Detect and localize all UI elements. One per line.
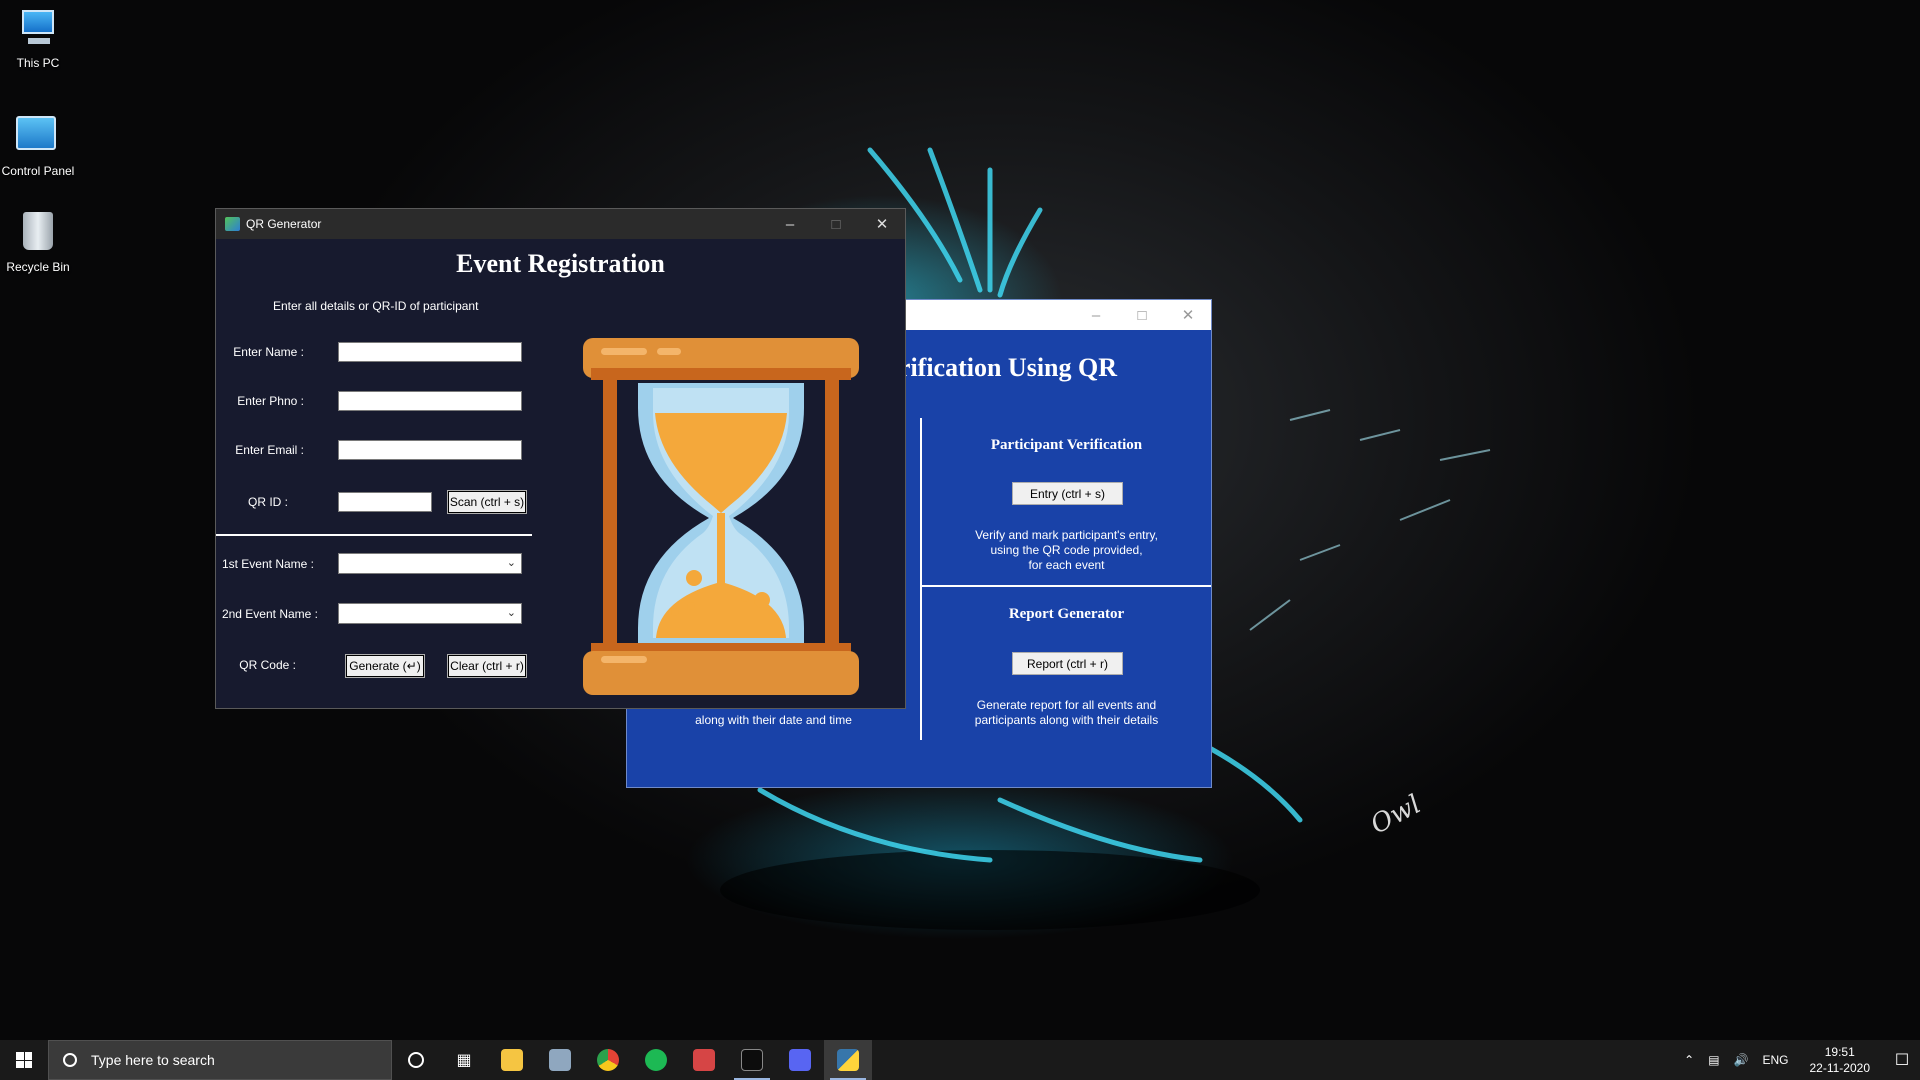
chevron-up-icon[interactable]: ⌃ <box>1684 1053 1694 1067</box>
volume-icon[interactable]: 🔊 <box>1734 1053 1749 1067</box>
minimize-icon[interactable]: – <box>767 209 813 239</box>
desktop-icon-control-panel[interactable]: Control Panel <box>0 110 76 178</box>
qr-generator-window: QR Generator – □ ✕ Event Registration En… <box>215 208 906 709</box>
computer-icon <box>16 8 60 52</box>
participant-verification-title: Participant Verification <box>990 437 1143 453</box>
minimize-icon[interactable]: – <box>1073 300 1119 330</box>
email-label: Enter Email : <box>235 443 304 457</box>
name-label: Enter Name : <box>233 345 304 359</box>
close-icon[interactable]: ✕ <box>1165 300 1211 330</box>
system-tray: ⌃ ▤ 🔊 ENG 19:51 22-11-2020 ☐ <box>1677 1040 1920 1080</box>
window-title: QR Generator <box>246 217 322 231</box>
python-icon[interactable] <box>824 1040 872 1080</box>
windows-logo-icon <box>16 1052 32 1068</box>
cortana-icon[interactable] <box>392 1040 440 1080</box>
desktop-icon-label: Recycle Bin <box>6 260 70 274</box>
participant-verification-description: Verify and mark participant's entry, usi… <box>975 528 1158 572</box>
left-panel-description: along with their date and time <box>695 713 852 727</box>
app-icon-2[interactable] <box>632 1040 680 1080</box>
clock-date: 22-11-2020 <box>1809 1061 1871 1075</box>
app-icon-3[interactable] <box>680 1040 728 1080</box>
control-panel-icon <box>16 116 60 160</box>
qr-id-input[interactable] <box>338 492 432 512</box>
close-icon[interactable]: ✕ <box>859 209 905 239</box>
desktop-icon-this-pc[interactable]: This PC <box>0 8 76 70</box>
terminal-icon[interactable] <box>728 1040 776 1080</box>
recycle-bin-icon <box>16 212 60 256</box>
generate-button[interactable]: Generate (↵) <box>345 654 425 678</box>
page-title: Event Registration <box>456 249 665 278</box>
report-generator-title: Report Generator <box>1008 606 1125 622</box>
start-button[interactable] <box>0 1040 48 1080</box>
scan-button[interactable]: Scan (ctrl + s) <box>447 490 527 514</box>
event1-label: 1st Event Name : <box>221 557 314 571</box>
search-icon <box>63 1053 77 1067</box>
phno-input[interactable] <box>338 391 522 411</box>
taskbar: Type here to search ▦ ⌃ ▤ 🔊 ENG 19:51 22… <box>0 1040 1920 1080</box>
event2-label: 2nd Event Name : <box>221 607 318 621</box>
report-generator-description: Generate report for all events and parti… <box>974 698 1159 727</box>
maximize-icon[interactable]: □ <box>1119 300 1165 330</box>
qr-id-label: QR ID : <box>247 495 288 509</box>
event1-select[interactable]: ⌄ <box>338 553 522 574</box>
task-view-icon[interactable]: ▦ <box>440 1040 488 1080</box>
phno-label: Enter Phno : <box>237 394 304 408</box>
clock-time: 19:51 <box>1824 1045 1855 1059</box>
report-button[interactable]: Report (ctrl + r) <box>1012 652 1123 675</box>
notification-icon[interactable]: ☐ <box>1884 1040 1920 1080</box>
horizontal-divider <box>920 585 1211 587</box>
app-icon[interactable] <box>536 1040 584 1080</box>
hourglass-image <box>583 338 859 695</box>
desktop-icon-label: Control Panel <box>1 164 75 178</box>
email-input[interactable] <box>338 440 522 460</box>
chevron-down-icon: ⌄ <box>506 557 516 569</box>
clock[interactable]: 19:51 22-11-2020 <box>1810 1044 1871 1076</box>
file-explorer-icon[interactable] <box>488 1040 536 1080</box>
language-indicator[interactable]: ENG <box>1762 1053 1788 1067</box>
discord-icon[interactable] <box>776 1040 824 1080</box>
event2-select[interactable]: ⌄ <box>338 603 522 624</box>
form-separator <box>216 534 532 536</box>
maximize-icon[interactable]: □ <box>813 209 859 239</box>
qr-generator-titlebar[interactable]: QR Generator – □ ✕ <box>216 209 905 239</box>
desktop-icon-label: This PC <box>16 56 60 70</box>
desktop-icon-recycle-bin[interactable]: Recycle Bin <box>0 210 76 274</box>
search-placeholder: Type here to search <box>91 1052 215 1068</box>
chevron-down-icon: ⌄ <box>506 607 516 619</box>
qr-app-icon <box>225 217 240 231</box>
clear-button[interactable]: Clear (ctrl + r) <box>447 654 527 678</box>
page-subtitle: Enter all details or QR-ID of participan… <box>273 299 479 313</box>
qr-code-label: QR Code : <box>239 658 296 672</box>
chrome-icon[interactable] <box>584 1040 632 1080</box>
entry-button[interactable]: Entry (ctrl + s) <box>1012 482 1123 505</box>
name-input[interactable] <box>338 342 522 362</box>
vertical-divider <box>920 418 922 740</box>
taskbar-search[interactable]: Type here to search <box>48 1040 392 1080</box>
network-icon[interactable]: ▤ <box>1708 1053 1719 1067</box>
